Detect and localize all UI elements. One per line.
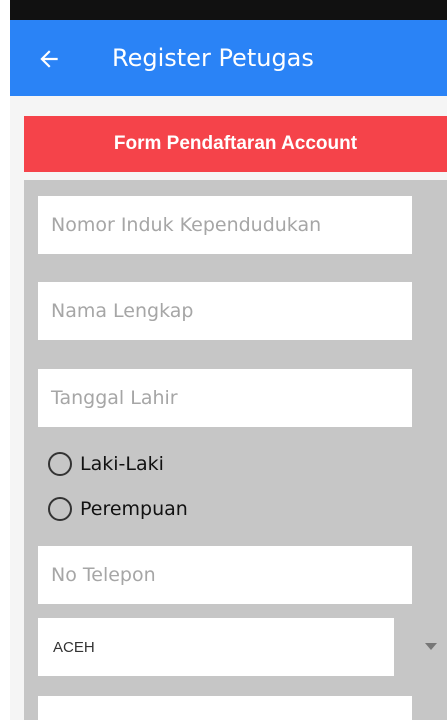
radio-button[interactable] — [48, 452, 72, 476]
status-bar — [10, 0, 447, 20]
full-name-field[interactable]: Nama Lengkap — [38, 282, 412, 340]
arrow-left-icon[interactable] — [36, 46, 62, 72]
next-field[interactable] — [38, 696, 412, 720]
screen: Register Petugas Form Pendaftaran Accoun… — [10, 0, 447, 720]
gender-option-female[interactable]: Perempuan — [48, 494, 188, 524]
form-header: Form Pendaftaran Account — [24, 116, 447, 172]
app-bar: Register Petugas — [10, 20, 447, 96]
province-select-value: ACEH — [53, 638, 95, 656]
radio-label: Laki-Laki — [80, 453, 164, 475]
phone-field[interactable]: No Telepon — [38, 546, 412, 604]
province-select[interactable]: ACEH — [38, 618, 394, 676]
nik-field[interactable]: Nomor Induk Kependudukan — [38, 196, 412, 254]
gender-option-male[interactable]: Laki-Laki — [48, 449, 164, 479]
dropdown-arrow-icon[interactable] — [425, 643, 437, 650]
radio-button[interactable] — [48, 497, 72, 521]
form-header-title: Form Pendaftaran Account — [113, 133, 358, 154]
birthdate-field[interactable]: Tanggal Lahir — [38, 369, 412, 427]
radio-label: Perempuan — [80, 498, 188, 520]
page-title: Register Petugas — [112, 44, 314, 72]
